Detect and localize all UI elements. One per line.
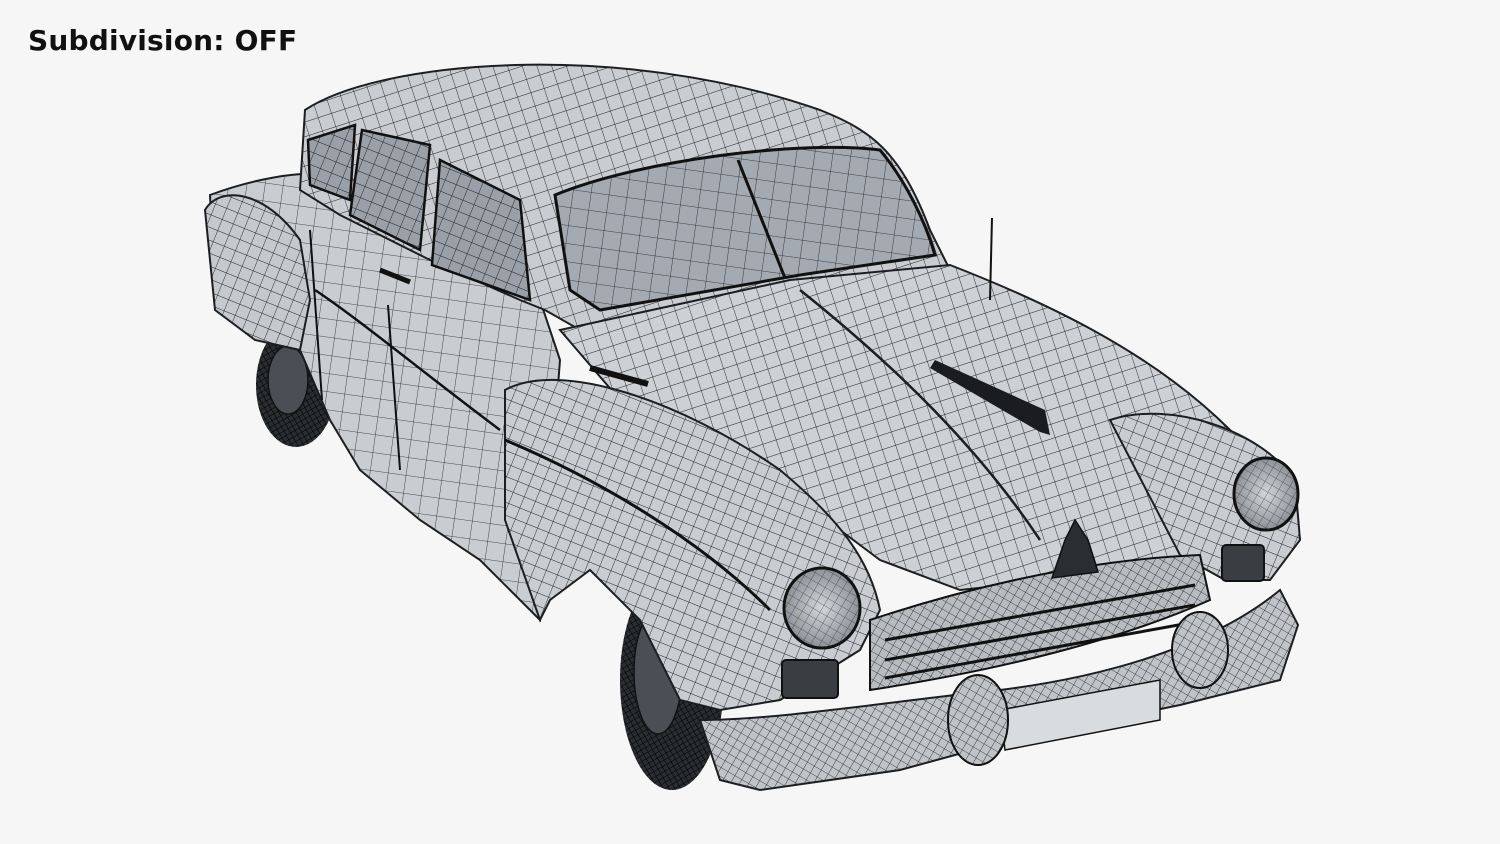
car-body: [203, 63, 1302, 792]
car-wireframe-model[interactable]: [0, 0, 1500, 844]
subdivision-label: Subdivision:: [28, 24, 225, 57]
subdivision-status: Subdivision: OFF: [28, 24, 297, 57]
3d-viewport[interactable]: Subdivision: OFF: [0, 0, 1500, 844]
fog-lamp-left: [781, 659, 839, 699]
subdivision-value: OFF: [234, 24, 298, 57]
headlamp-right: [1232, 456, 1300, 532]
fog-lamp-right: [1221, 544, 1265, 582]
headlamp-left: [782, 566, 862, 650]
